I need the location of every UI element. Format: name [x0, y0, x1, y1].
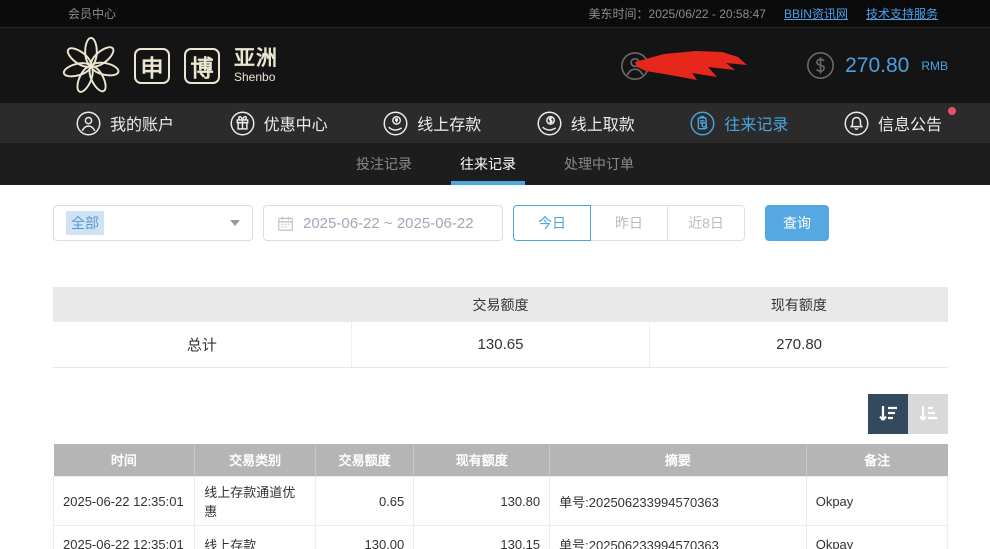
- tab-betting-records[interactable]: 投注记录: [353, 143, 415, 185]
- nav-label: 优惠中心: [263, 117, 328, 134]
- quick-date-group: 今日 昨日 近8日: [513, 205, 745, 241]
- nav-item-withdraw[interactable]: 线上取款: [537, 111, 635, 136]
- subtab-label: 投注记录: [356, 156, 412, 172]
- calendar-icon: [278, 216, 293, 231]
- search-button[interactable]: 查询: [765, 205, 829, 241]
- cell-note: Okpay: [805, 525, 949, 549]
- red-scribble-redaction: [635, 51, 748, 80]
- nav-item-transaction-records[interactable]: 往来记录: [690, 111, 788, 136]
- caret-down-icon: [230, 220, 240, 226]
- nav-item-deposit[interactable]: 线上存款: [383, 111, 481, 136]
- bbin-news-link[interactable]: BBIN资讯网: [784, 5, 848, 22]
- logo-char-bo: 博: [184, 47, 220, 84]
- tech-support-link[interactable]: 技术支持服务: [866, 5, 938, 22]
- topbar-right: 美东时间：2025/06/22 - 20:58:47 BBIN资讯网 技术支持服…: [589, 5, 938, 22]
- nav-item-promotions[interactable]: 优惠中心: [230, 111, 328, 136]
- site-logo[interactable]: 申 博 亚洲 Shenbo: [62, 36, 278, 95]
- topbar: 会员中心 美东时间：2025/06/22 - 20:58:47 BBIN资讯网 …: [0, 0, 990, 28]
- table-row: 2025-06-22 12:35:01 线上存款 130.00 130.15 单…: [52, 525, 949, 549]
- logo-region-en: Shenbo: [234, 70, 276, 84]
- sort-ascending-button[interactable]: [908, 393, 948, 434]
- date-range-value: 2025-06-22 ~ 2025-06-22: [303, 214, 474, 232]
- dollar-coin-icon: [807, 52, 835, 79]
- sort-asc-icon: [919, 405, 937, 421]
- sort-controls: [53, 393, 948, 434]
- notification-badge: [947, 106, 956, 115]
- balance-amount: 270.80: [845, 53, 910, 77]
- gift-icon: [230, 111, 255, 135]
- col-time: 时间: [53, 443, 195, 477]
- logo-region-cn: 亚洲: [234, 47, 278, 70]
- yesterday-button[interactable]: 昨日: [590, 205, 668, 241]
- main-content: 全部 2025-06-22 ~ 2025-06-22 今日 昨日 近8日 查询: [0, 185, 990, 549]
- subnav: 投注记录 往来记录 处理中订单: [0, 143, 990, 185]
- records-table: 时间 交易类别 交易额度 现有额度 摘要 备注 2025-06-22 12:35…: [52, 443, 949, 549]
- cell-time: 2025-06-22 12:35:01: [52, 476, 196, 526]
- summary-trade-amount: 130.65: [350, 322, 650, 368]
- nav-label: 线上取款: [570, 117, 635, 134]
- cell-type: 线上存款通道优惠: [194, 476, 316, 526]
- today-button[interactable]: 今日: [513, 205, 591, 241]
- tab-pending-orders[interactable]: 处理中订单: [561, 143, 637, 185]
- logo-region: 亚洲 Shenbo: [234, 48, 278, 83]
- col-trade-amount: 交易额度: [314, 443, 414, 477]
- cell-amount: 0.65: [314, 476, 415, 526]
- cell-note: Okpay: [805, 476, 949, 526]
- summary-total-row: 总计 130.65 270.80: [53, 322, 948, 368]
- nav-label: 线上存款: [417, 117, 482, 134]
- deposit-icon: [383, 111, 408, 135]
- table-row: 2025-06-22 12:35:01 线上存款通道优惠 0.65 130.80…: [52, 476, 949, 526]
- summary-header-current-amount: 现有额度: [649, 287, 948, 322]
- summary-header-trade-amount: 交易额度: [351, 287, 650, 322]
- tab-transaction-records[interactable]: 往来记录: [451, 143, 525, 185]
- balance-currency: RMB: [921, 58, 948, 73]
- transaction-type-select[interactable]: 全部: [53, 205, 253, 241]
- col-summary: 摘要: [549, 443, 807, 477]
- balance-area[interactable]: 270.80 RMB: [806, 51, 948, 80]
- header-right: 270.80 RMB: [620, 43, 948, 88]
- cell-balance: 130.80: [413, 476, 551, 526]
- header: 申 博 亚洲 Shenbo 270.80 RMB: [0, 28, 990, 103]
- cell-summary: 单号:202506233994570363: [549, 525, 807, 549]
- col-type: 交易类别: [194, 443, 316, 477]
- cell-summary: 单号:202506233994570363: [549, 476, 807, 526]
- nav-label: 往来记录: [724, 117, 789, 134]
- date-range-input[interactable]: 2025-06-22 ~ 2025-06-22: [263, 205, 503, 241]
- nav-label: 我的账户: [110, 117, 175, 134]
- sort-desc-icon: [879, 405, 897, 421]
- summary-table: 交易额度 现有额度 总计 130.65 270.80: [53, 287, 948, 368]
- col-note: 备注: [805, 443, 948, 477]
- main-nav: 我的账户 优惠中心 线上存款 线上取款 往来记录 信息公告: [0, 103, 990, 143]
- cell-amount: 130.00: [314, 525, 415, 549]
- col-current-amount: 现有额度: [413, 443, 550, 477]
- nav-label: 信息公告: [877, 117, 942, 134]
- flower-logo-icon: [62, 36, 120, 93]
- subtab-label: 往来记录: [460, 156, 516, 172]
- filter-row: 全部 2025-06-22 ~ 2025-06-22 今日 昨日 近8日 查询: [53, 205, 990, 241]
- nav-item-announcements[interactable]: 信息公告: [844, 106, 956, 136]
- select-value: 全部: [66, 211, 104, 235]
- summary-current-amount: 270.80: [649, 322, 948, 368]
- records-icon: [690, 111, 715, 135]
- summary-total-label: 总计: [53, 322, 352, 368]
- nav-item-my-account[interactable]: 我的账户: [76, 111, 174, 136]
- cell-type: 线上存款: [194, 525, 316, 549]
- bell-icon: [844, 111, 869, 135]
- member-center-label: 会员中心: [68, 7, 117, 21]
- records-header-row: 时间 交易类别 交易额度 现有额度 摘要 备注: [53, 443, 948, 477]
- eastern-time-label: 美东时间：2025/06/22 - 20:58:47: [588, 7, 766, 21]
- cell-time: 2025-06-22 12:35:01: [52, 525, 196, 549]
- sort-descending-button[interactable]: [868, 393, 908, 434]
- page: 会员中心 美东时间：2025/06/22 - 20:58:47 BBIN资讯网 …: [0, 0, 990, 549]
- cell-balance: 130.15: [413, 525, 551, 549]
- user-account-area[interactable]: [620, 43, 760, 88]
- account-icon: [76, 111, 101, 135]
- withdraw-icon: [537, 111, 562, 135]
- last-8-days-button[interactable]: 近8日: [667, 205, 745, 241]
- summary-header-blank: [53, 287, 352, 322]
- summary-header-row: 交易额度 现有额度: [53, 287, 948, 322]
- subtab-label: 处理中订单: [564, 156, 634, 172]
- logo-char-shen: 申: [134, 47, 170, 84]
